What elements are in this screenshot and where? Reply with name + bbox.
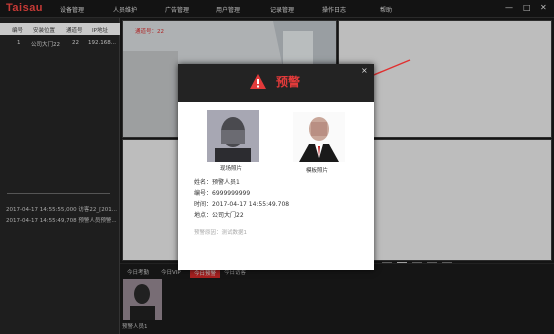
app-logo: Taisau — [6, 2, 44, 14]
col-channel: 通道号 — [66, 28, 83, 34]
alert-location: 地点：公司大门22 — [194, 212, 244, 219]
device-panel: 编号 安装位置 通道号 IP地址 1 公司大门22 22 192.168... … — [0, 18, 120, 334]
template-photo-caption: 模板照片 — [306, 168, 329, 174]
close-window-icon[interactable]: ✕ — [540, 3, 547, 12]
device-table-header: 编号 安装位置 通道号 IP地址 — [0, 23, 120, 35]
nav-help[interactable]: 帮助 — [380, 5, 392, 14]
nav-operation-log[interactable]: 操作日志 — [322, 5, 346, 14]
nav-records[interactable]: 记录管理 — [270, 5, 294, 14]
top-bar: Taisau 设备管理 人员维护 广告管理 用户管理 记录管理 操作日志 帮助 … — [0, 0, 554, 18]
divider — [7, 193, 110, 194]
cell-ip: 192.168... — [88, 40, 116, 46]
nav-personnel[interactable]: 人员维护 — [113, 5, 137, 14]
cell-number: 1 — [17, 40, 21, 46]
close-icon[interactable]: × — [361, 66, 368, 75]
person-name: 姓名：预警人员1 — [194, 179, 240, 186]
person-id: 编号：6999999999 — [194, 190, 251, 197]
template-photo — [293, 112, 345, 162]
warning-triangle-icon — [250, 74, 266, 89]
alert-time: 时间：2017-04-17 14:55:49.708 — [194, 201, 290, 208]
alert-dialog: 预警 × 现场照片 模板照片 姓名：预警人员1 编号：6999999999 时间… — [178, 64, 374, 270]
nav-users[interactable]: 用户管理 — [216, 5, 240, 14]
alert-dialog-header: 预警 × — [178, 64, 374, 102]
col-location: 安装位置 — [33, 28, 56, 34]
alert-title: 预警 — [276, 75, 301, 89]
minimize-icon[interactable]: — — [505, 3, 513, 12]
cell-channel: 22 — [72, 40, 79, 46]
log-entry: 2017-04-17 14:55:49,708 预警人员预警... — [6, 218, 117, 224]
live-photo-caption: 现场照片 — [220, 166, 243, 172]
live-photo — [207, 110, 259, 162]
cell-location: 公司大门22 — [31, 42, 60, 48]
nav-ads[interactable]: 广告管理 — [165, 5, 189, 14]
table-row[interactable]: 1 公司大门22 22 192.168... — [0, 38, 120, 48]
log-entry: 2017-04-17 14:55:55,000 访客22_[201... — [6, 207, 118, 213]
col-ip: IP地址 — [92, 28, 108, 34]
nav-device-management[interactable]: 设备管理 — [60, 5, 84, 14]
col-number: 编号 — [12, 28, 24, 34]
alert-reason: 预警原因：测试数据1 — [194, 230, 247, 236]
maximize-icon[interactable]: □ — [523, 3, 531, 12]
